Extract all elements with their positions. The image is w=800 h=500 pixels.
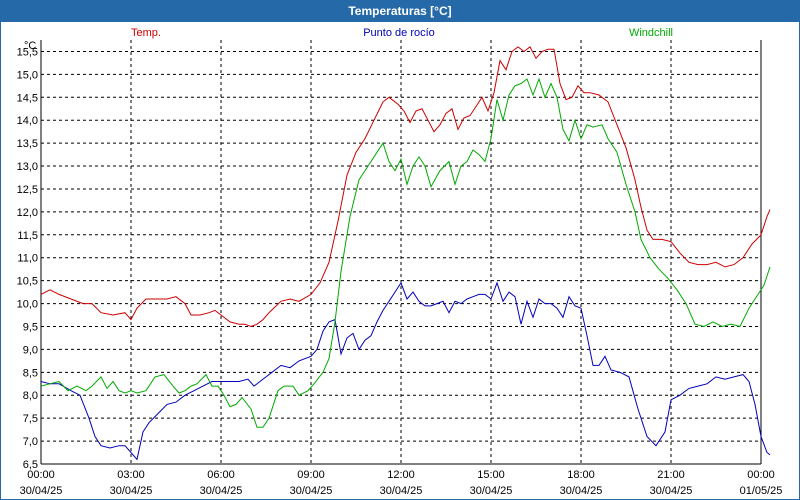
y-tick-label: 13,0 [17,161,38,173]
y-tick-labels: 15,515,014,514,013,513,012,512,011,511,0… [17,46,38,471]
y-tick-label: 9,5 [23,321,38,333]
x-tick-time: 09:00 [297,469,325,481]
x-tick-labels: 00:00 30/04/25 03:00 30/04/25 06:00 30/04/25 0… [20,469,783,497]
y-tick-label: 12,5 [17,184,38,196]
x-tick-date: 30/04/25 [380,485,423,497]
x-tick-time: 12:00 [387,469,415,481]
y-tick-label: 7,5 [23,413,38,425]
x-tick-time: 00:00 [27,469,55,481]
x-tick-time: 21:00 [657,469,685,481]
x-tick-date: 30/04/25 [560,485,603,497]
y-tick-label: 7,0 [23,436,38,448]
x-tick-date: 30/04/25 [200,485,243,497]
y-tick-label: 8,0 [23,390,38,402]
temperature-chart: 15,515,014,514,013,513,012,512,011,511,0… [17,27,783,497]
legend-entry-2: Windchill [629,27,673,39]
x-tick-date: 30/04/25 [470,485,513,497]
x-tick-time: 03:00 [117,469,145,481]
x-tick-time: 15:00 [477,469,505,481]
legend-entry-1: Punto de rocío [363,27,435,39]
x-tick-time: 18:00 [567,469,595,481]
y-tick-label: 15,0 [17,69,38,81]
y-tick-label: 9,0 [23,344,38,356]
series-line-1 [40,281,771,461]
series-line-2 [40,77,771,428]
y-tick-label: 11,0 [17,253,38,265]
x-tick-date: 30/04/25 [20,485,63,497]
y-tick-label: 11,5 [17,230,38,242]
x-tick-time: 00:00 [747,469,775,481]
x-tick-date: 30/04/25 [110,485,153,497]
x-tick-time: 06:00 [207,469,235,481]
y-tick-label: 10,0 [17,299,38,311]
y-tick-label: 12,0 [17,207,38,219]
x-tick-date: 30/04/25 [650,485,693,497]
y-tick-label: 14,5 [17,92,38,104]
y-tick-label: 10,5 [17,276,38,288]
x-tick-date: 30/04/25 [290,485,333,497]
legend-entry-0: Temp. [131,27,161,39]
y-tick-label: 13,5 [17,138,38,150]
x-tick-date: 01/05/25 [740,485,783,497]
y-tick-label: 14,0 [17,115,38,127]
series-line-0 [40,46,771,328]
grid-lines [40,40,762,465]
series-lines [40,46,771,461]
y-tick-label: 8,5 [23,367,38,379]
legend: Temp. Punto de rocío Windchill [131,27,673,39]
chart-title: Temperaturas [°C] [0,0,800,21]
y-axis-unit-label: °C [24,40,36,52]
